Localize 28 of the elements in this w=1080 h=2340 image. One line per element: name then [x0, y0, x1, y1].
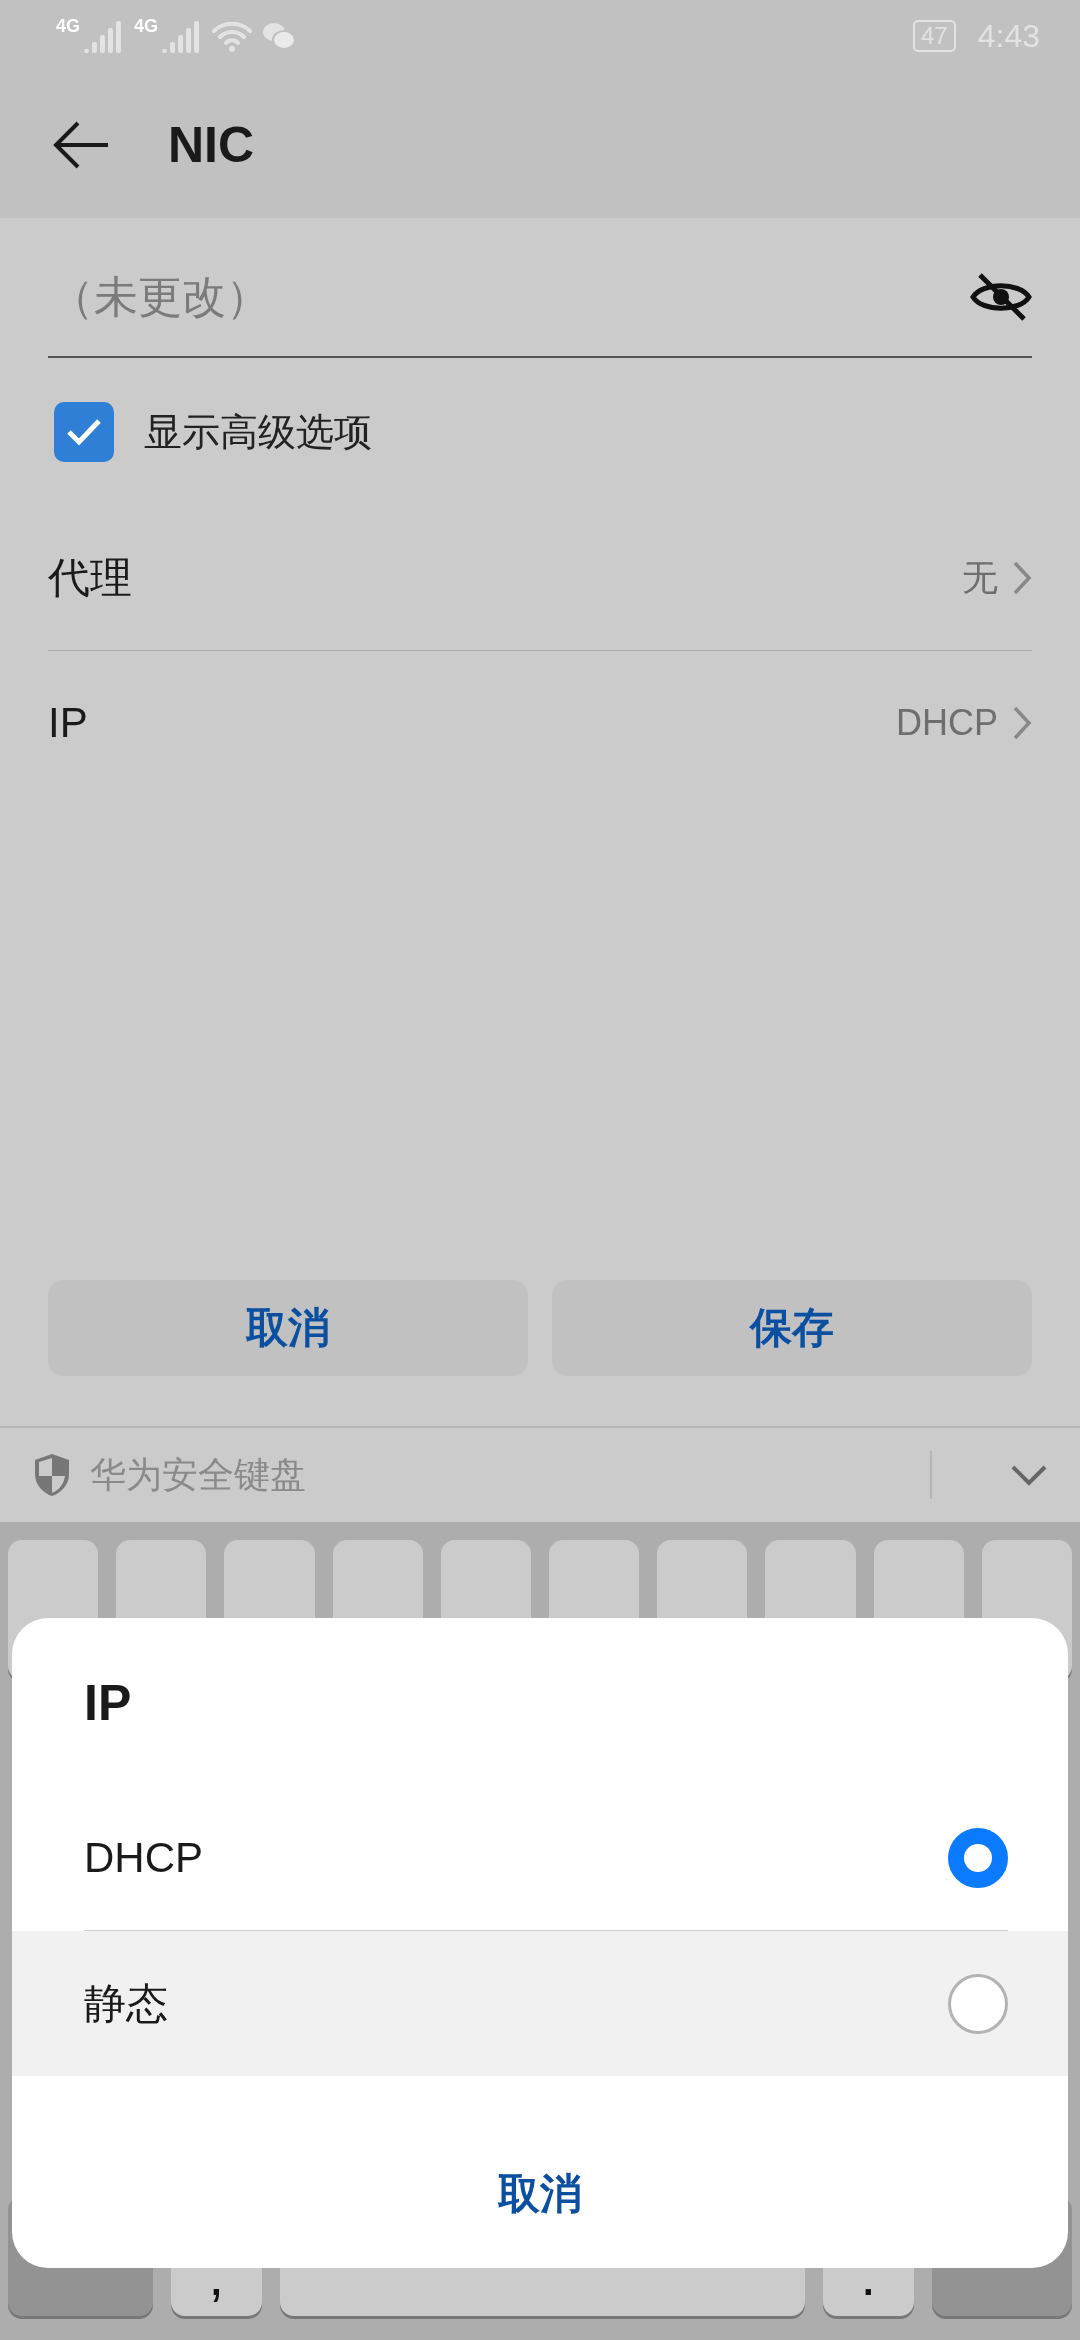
- setting-label[interactable]: 代理: [48, 550, 962, 606]
- shield-icon: [32, 1452, 72, 1498]
- keyboard-title: 华为安全键盘: [90, 1452, 307, 1497]
- network-type: 4G: [134, 16, 159, 37]
- checkbox-label: 显示高级选项: [144, 409, 372, 455]
- option-label: 静态: [84, 1978, 169, 2029]
- setting-value: DHCP: [896, 702, 998, 744]
- setting-value: 无: [962, 555, 998, 600]
- back-arrow-icon[interactable]: [52, 120, 110, 170]
- chat-icon: [262, 21, 297, 51]
- password-field[interactable]: （未更改）: [48, 271, 970, 323]
- wifi-icon: [212, 19, 253, 53]
- dialog-cancel-button[interactable]: 取消: [458, 2150, 622, 2238]
- option-label: DHCP: [84, 1833, 204, 1882]
- dialog-title: IP: [83, 1674, 133, 1733]
- option-row[interactable]: 静态: [12, 1931, 1068, 2076]
- eye-off-icon[interactable]: [970, 272, 1032, 322]
- save-button[interactable]: 保存: [552, 1280, 1032, 1376]
- chevron-down-icon[interactable]: [1010, 1464, 1048, 1486]
- page-title: NIC: [168, 116, 255, 174]
- checkbox[interactable]: [54, 402, 114, 462]
- checkmark-icon: [66, 418, 102, 446]
- chevron-right-icon: [1012, 705, 1032, 741]
- chevron-right-icon: [1012, 560, 1032, 596]
- cancel-button[interactable]: 取消: [48, 1280, 528, 1376]
- network-type: 4G: [56, 16, 80, 37]
- signal-icon: [84, 19, 124, 53]
- setting-label[interactable]: IP: [48, 699, 896, 747]
